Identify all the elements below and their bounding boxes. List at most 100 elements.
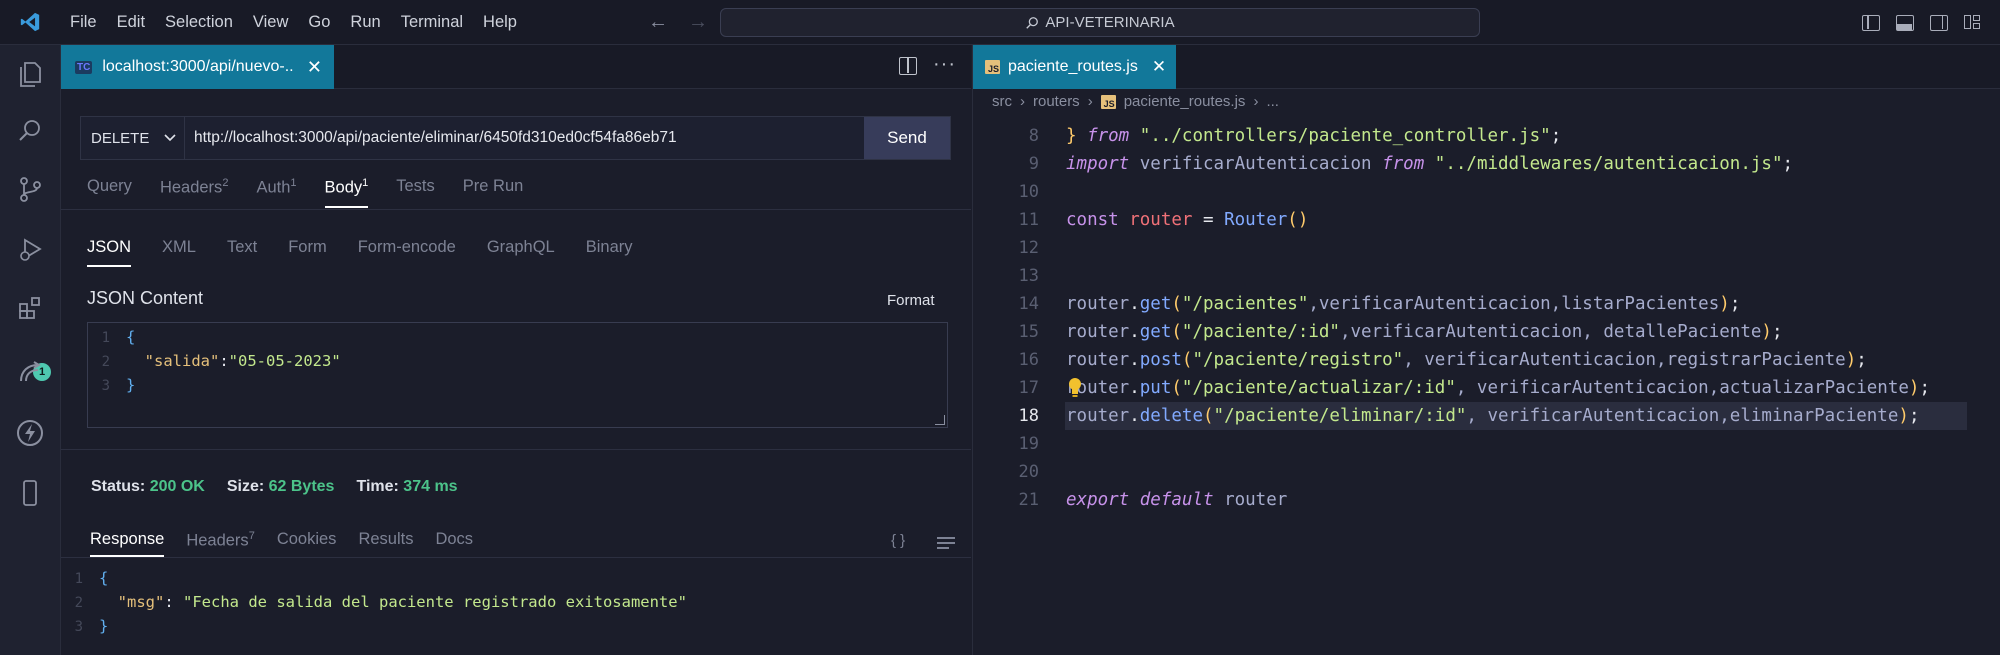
menu-run[interactable]: Run xyxy=(340,0,390,45)
tab-auth[interactable]: Auth1 xyxy=(256,177,296,208)
breadcrumb-item[interactable]: paciente_routes.js xyxy=(1124,93,1246,110)
code-line: 12 xyxy=(1018,238,1039,258)
toggle-primary-sidebar-icon[interactable] xyxy=(1862,14,1880,31)
source-control-icon[interactable] xyxy=(14,173,46,205)
tab-graphql[interactable]: GraphQL xyxy=(487,238,555,267)
toggle-panel-icon[interactable] xyxy=(1896,14,1914,31)
breadcrumb-item[interactable]: src xyxy=(992,93,1012,110)
code-line: 9 import verificarAutenticacion from "../… xyxy=(1028,154,1794,174)
forward-arrow-icon[interactable]: → xyxy=(688,11,708,34)
run-debug-icon[interactable] xyxy=(14,233,46,265)
menu-help[interactable]: Help xyxy=(473,0,527,45)
chevron-right-icon: › xyxy=(1087,93,1093,110)
split-editor-icon[interactable] xyxy=(899,57,917,75)
thunder-client-panel: TC localhost:3000/api/nuevo-.. ✕ ··· DEL… xyxy=(61,45,971,655)
json-content-label: JSON Content xyxy=(87,288,204,308)
code-line: 19 xyxy=(1018,434,1039,454)
response-body: 1{ 2 "msg": "Fecha de salida del pacient… xyxy=(61,564,971,654)
send-button[interactable]: Send xyxy=(864,117,950,159)
code-line: 1{ xyxy=(74,569,109,587)
search-sidebar-icon[interactable] xyxy=(14,115,46,147)
more-actions-icon[interactable]: ··· xyxy=(933,53,956,76)
tab-docs[interactable]: Docs xyxy=(435,530,473,557)
tab-text[interactable]: Text xyxy=(227,238,257,267)
tab-response[interactable]: Response xyxy=(90,530,165,557)
resize-handle[interactable] xyxy=(935,415,945,425)
time-label: Time: xyxy=(356,478,399,495)
method-select[interactable]: DELETE xyxy=(81,117,185,159)
braces-icon[interactable]: { } xyxy=(891,532,905,549)
close-icon[interactable]: ✕ xyxy=(307,57,322,78)
divider xyxy=(61,449,971,450)
toggle-secondary-sidebar-icon[interactable] xyxy=(1930,14,1948,31)
code-line: 2 "msg": "Fecha de salida del paciente r… xyxy=(74,593,687,611)
menu-file[interactable]: File xyxy=(60,0,107,45)
command-center-search[interactable]: API-VETERINARIA xyxy=(720,8,1480,37)
code-line: 15 router.get("/paciente/:id",verificarAu… xyxy=(1018,322,1783,342)
breadcrumb: src › routers › JS paciente_routes.js › … xyxy=(992,93,1279,110)
tab-form[interactable]: Form xyxy=(288,238,327,267)
menu-edit[interactable]: Edit xyxy=(107,0,155,45)
extensions-icon[interactable] xyxy=(14,292,46,324)
chevron-right-icon: › xyxy=(1253,93,1259,110)
close-icon[interactable]: ✕ xyxy=(1152,57,1166,77)
json-body-editor[interactable]: 1{ 2 "salida":"05-05-2023" 3} xyxy=(87,322,948,428)
chevron-down-icon xyxy=(164,134,176,142)
wrap-lines-icon[interactable] xyxy=(937,537,955,552)
tab-binary[interactable]: Binary xyxy=(586,238,633,267)
code-line: 3} xyxy=(101,376,136,394)
menu-terminal[interactable]: Terminal xyxy=(391,0,473,45)
code-line: 20 xyxy=(1018,462,1039,482)
tab-response-headers[interactable]: Headers7 xyxy=(186,530,255,557)
tab-query[interactable]: Query xyxy=(87,177,132,208)
thunder-client-tab-icon: TC xyxy=(75,60,93,74)
menu-go[interactable]: Go xyxy=(298,0,340,45)
menu-view[interactable]: View xyxy=(243,0,298,45)
tab-headers[interactable]: Headers2 xyxy=(160,177,229,208)
vscode-logo-icon xyxy=(0,0,60,45)
customize-layout-icon[interactable] xyxy=(1964,14,1982,31)
size-label: Size: xyxy=(226,478,265,495)
divider xyxy=(61,557,971,558)
search-icon xyxy=(1026,16,1039,29)
method-value: DELETE xyxy=(91,129,150,147)
status-value: 200 OK xyxy=(149,478,205,495)
code-line: 3} xyxy=(74,617,109,635)
code-editor-panel: JS paciente_routes.js ✕ src › routers › … xyxy=(972,45,2000,655)
remote-explorer-icon[interactable] xyxy=(14,357,46,389)
title-bar: File Edit Selection View Go Run Terminal… xyxy=(0,0,2000,45)
breadcrumb-item[interactable]: ... xyxy=(1266,93,1279,110)
device-icon[interactable] xyxy=(14,477,46,509)
url-input[interactable]: http://localhost:3000/api/paciente/elimi… xyxy=(185,117,864,159)
tab-body[interactable]: Body1 xyxy=(324,177,369,208)
response-tabs: Response Headers7 Cookies Results Docs xyxy=(90,530,495,557)
javascript-file-icon: JS xyxy=(985,60,1000,74)
thunder-client-icon[interactable] xyxy=(14,417,46,449)
tab-tests[interactable]: Tests xyxy=(396,177,435,208)
tab-json[interactable]: JSON xyxy=(87,238,132,267)
tab-pre-run[interactable]: Pre Run xyxy=(463,177,524,208)
editor-tab-paciente-routes[interactable]: JS paciente_routes.js ✕ xyxy=(973,45,1176,89)
divider xyxy=(61,209,971,210)
code-line: 21 export default router xyxy=(1018,490,1288,510)
code-line: 13 xyxy=(1018,266,1039,286)
explorer-icon[interactable] xyxy=(14,57,46,89)
code-line: 17 router.put("/paciente/actualizar/:id",… xyxy=(1018,377,1930,399)
lightbulb-icon[interactable] xyxy=(1067,377,1083,399)
code-line-current: 18 router.delete("/paciente/eliminar/:id"… xyxy=(973,402,2000,430)
breadcrumb-item[interactable]: routers xyxy=(1033,93,1080,110)
status-label: Status: xyxy=(91,478,146,495)
tab-results[interactable]: Results xyxy=(358,530,413,557)
editor-tab-label: paciente_routes.js xyxy=(1008,58,1138,75)
nav-arrows: ← → xyxy=(648,0,708,45)
tab-cookies[interactable]: Cookies xyxy=(277,530,337,557)
tab-xml[interactable]: XML xyxy=(162,238,196,267)
menu-selection[interactable]: Selection xyxy=(155,0,243,45)
request-tab[interactable]: TC localhost:3000/api/nuevo-.. ✕ xyxy=(61,45,334,89)
tab-form-encode[interactable]: Form-encode xyxy=(358,238,456,267)
back-arrow-icon[interactable]: ← xyxy=(648,11,668,34)
code-line: 1{ xyxy=(101,328,136,346)
format-button[interactable]: Format xyxy=(887,292,935,309)
layout-controls xyxy=(1862,0,1982,45)
time-value: 374 ms xyxy=(403,478,458,495)
